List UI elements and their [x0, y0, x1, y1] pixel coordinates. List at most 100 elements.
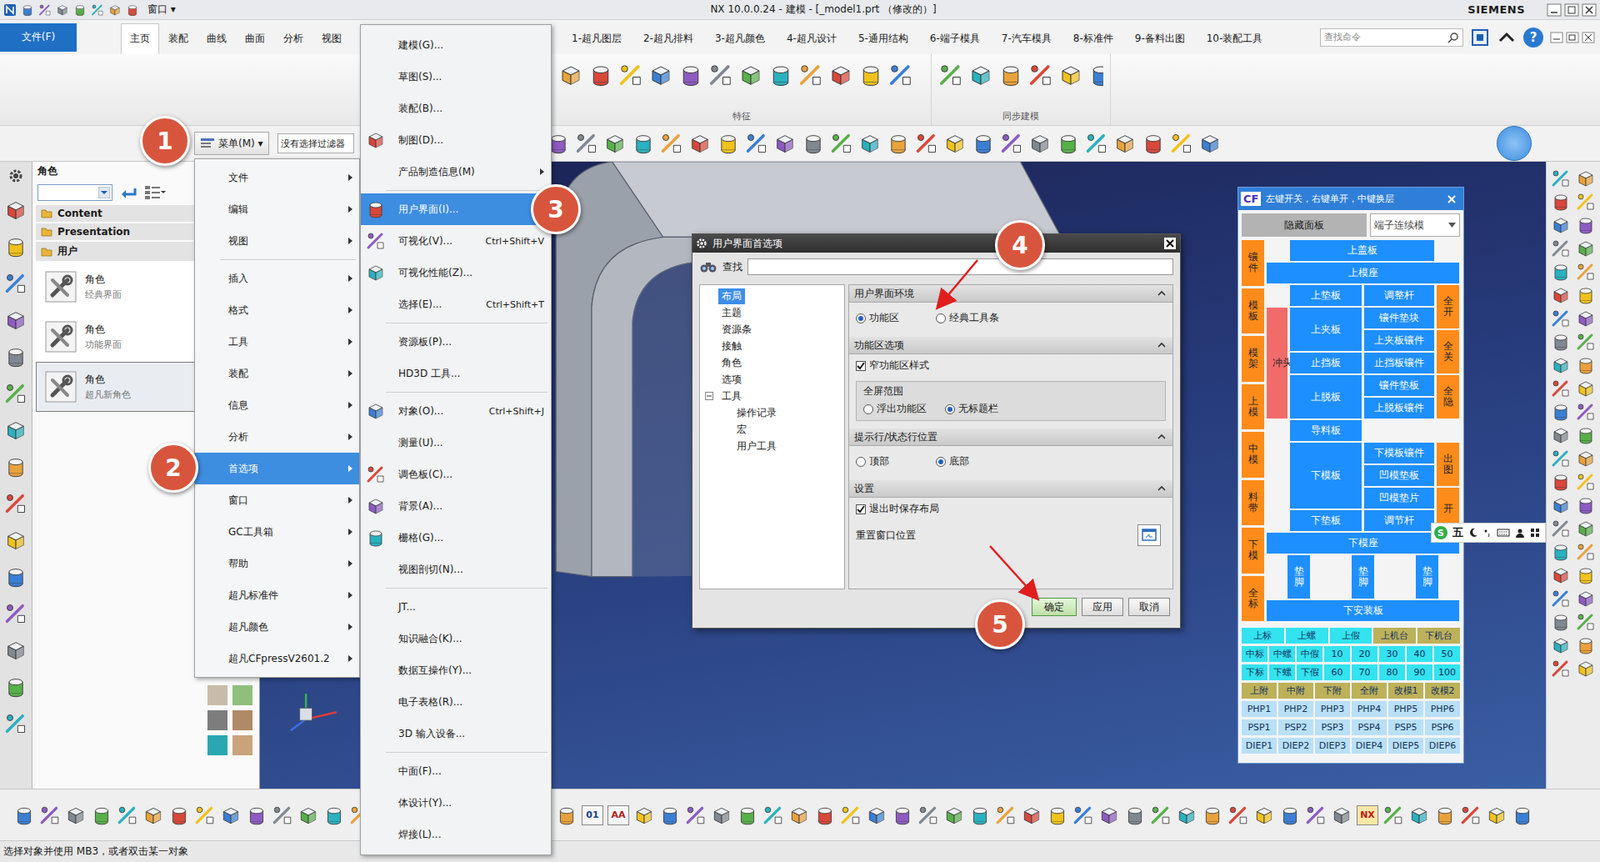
- menu-item[interactable]: 知识融合(K)...: [360, 622, 551, 655]
- feature-icon[interactable]: [558, 62, 584, 88]
- tool-icon[interactable]: [1550, 401, 1571, 422]
- tool-icon[interactable]: [1550, 611, 1571, 632]
- tool-icon[interactable]: [1227, 804, 1250, 826]
- feature-icon[interactable]: [798, 62, 824, 88]
- tool-icon[interactable]: [969, 804, 991, 826]
- snap-icon[interactable]: [631, 131, 655, 155]
- hide-panel-button[interactable]: 隐藏面板: [1241, 213, 1367, 237]
- grid-icon[interactable]: [1530, 527, 1540, 538]
- snap-icon[interactable]: [773, 131, 797, 155]
- plate-button[interactable]: 上夹板: [1290, 307, 1362, 351]
- file-tab[interactable]: 文件(F): [0, 23, 77, 52]
- plate-button[interactable]: 冲头: [1266, 307, 1288, 419]
- plate-button[interactable]: 止挡板: [1290, 352, 1362, 374]
- tool-icon[interactable]: [814, 804, 836, 826]
- menu-item[interactable]: GC工具箱: [195, 515, 360, 548]
- ribbon-tab[interactable]: 4-超凡设计: [775, 23, 848, 55]
- minimize-icon[interactable]: [1550, 31, 1564, 44]
- tool-icon[interactable]: [1279, 804, 1301, 826]
- menu-item[interactable]: 视图: [195, 225, 360, 257]
- tool-icon[interactable]: [65, 804, 87, 826]
- tool-icon[interactable]: [555, 804, 578, 826]
- snap-icon[interactable]: [603, 131, 627, 155]
- dialog-button[interactable]: 应用: [1081, 597, 1124, 616]
- quick-button[interactable]: 改模1: [1388, 682, 1424, 699]
- tool-icon[interactable]: [194, 804, 216, 826]
- tool-icon[interactable]: [1550, 331, 1571, 352]
- snap-icon[interactable]: [1000, 131, 1024, 155]
- search-input[interactable]: [747, 258, 1174, 275]
- radio-icon[interactable]: [935, 456, 946, 467]
- quick-button[interactable]: 改模2: [1425, 682, 1460, 699]
- menu-item[interactable]: JT...: [360, 590, 551, 623]
- quick-button[interactable]: 10: [1324, 645, 1350, 662]
- color-swatch[interactable]: [232, 735, 253, 755]
- mode-dropdown[interactable]: 端子连续模: [1370, 213, 1460, 237]
- foot-button[interactable]: 垫脚: [1351, 555, 1375, 599]
- quick-icon[interactable]: [90, 3, 105, 17]
- user-icon[interactable]: [1515, 527, 1525, 538]
- help-button[interactable]: ?: [1523, 27, 1544, 48]
- annotation-text-icon[interactable]: AA: [607, 805, 630, 825]
- ribbon-tab[interactable]: 5-通用结构: [847, 23, 920, 55]
- radio-icon[interactable]: [855, 313, 866, 324]
- quick-icon[interactable]: [73, 3, 87, 17]
- menu-item[interactable]: 窗口: [195, 484, 360, 516]
- tool-icon[interactable]: [1175, 804, 1198, 826]
- tool-icon[interactable]: [1550, 495, 1571, 515]
- checkbox-icon[interactable]: [855, 504, 866, 515]
- menu-item[interactable]: 信息: [195, 389, 360, 421]
- menu-item[interactable]: 对象(O)...Ctrl+Shift+J: [360, 395, 551, 427]
- quick-button[interactable]: DIEP6: [1425, 737, 1460, 754]
- window-menu[interactable]: 窗口 ▾: [144, 2, 180, 17]
- tool-icon[interactable]: [116, 804, 139, 826]
- quick-button[interactable]: 下标: [1241, 664, 1268, 680]
- quick-button[interactable]: 下机台: [1417, 627, 1460, 644]
- tool-icon[interactable]: [1575, 378, 1596, 399]
- quick-button[interactable]: PSP5: [1388, 719, 1424, 735]
- tool-icon[interactable]: [1575, 215, 1596, 235]
- tool-icon[interactable]: [1575, 588, 1596, 609]
- color-swatch[interactable]: [207, 710, 228, 730]
- quick-button[interactable]: 50: [1434, 645, 1460, 662]
- menu-item[interactable]: 帮助: [195, 547, 360, 580]
- plate-button[interactable]: 止挡板镶件: [1364, 352, 1435, 374]
- tool-icon[interactable]: [1382, 804, 1405, 826]
- quick-button[interactable]: 60: [1324, 664, 1350, 680]
- feature-icon[interactable]: [858, 62, 884, 88]
- command-search[interactable]: 查找命令: [1320, 28, 1464, 47]
- side-tab[interactable]: 镶件: [1241, 240, 1265, 286]
- tool-icon[interactable]: [1575, 518, 1596, 539]
- snap-icon[interactable]: [830, 131, 854, 155]
- dialog-button[interactable]: 取消: [1128, 597, 1170, 616]
- tool-icon[interactable]: [1434, 804, 1456, 826]
- resource-tab-icon[interactable]: [4, 638, 28, 662]
- radio-option[interactable]: 底部: [935, 454, 1008, 469]
- quick-button[interactable]: 中螺: [1269, 645, 1295, 662]
- snap-icon[interactable]: [1198, 131, 1222, 155]
- ribbon-tab[interactable]: 视图: [312, 23, 351, 55]
- resource-tab-icon[interactable]: [4, 528, 28, 552]
- tool-icon[interactable]: [1575, 658, 1596, 679]
- dialog-button[interactable]: 确定: [1031, 597, 1077, 616]
- quick-button[interactable]: 上附: [1241, 682, 1277, 699]
- quick-button[interactable]: 全附: [1351, 682, 1387, 699]
- tool-icon[interactable]: [297, 804, 320, 826]
- menu-item[interactable]: 超凡标准件: [195, 579, 360, 611]
- snap-icon[interactable]: [971, 131, 995, 155]
- color-swatch[interactable]: [232, 685, 253, 705]
- tool-icon[interactable]: [1550, 565, 1571, 585]
- feature-icon[interactable]: [768, 62, 794, 88]
- radio-option[interactable]: 浮出功能区: [863, 401, 935, 416]
- tool-icon[interactable]: [1575, 635, 1596, 655]
- plate-button[interactable]: 调整杆: [1364, 285, 1435, 306]
- side-tab[interactable]: 全标: [1241, 575, 1265, 622]
- sync-model-icon[interactable]: [1028, 62, 1054, 88]
- quick-button[interactable]: PHP6: [1425, 700, 1460, 717]
- quick-button[interactable]: DIEP3: [1315, 737, 1350, 754]
- side-tab[interactable]: 下模: [1241, 527, 1265, 574]
- snap-icon[interactable]: [886, 131, 910, 155]
- quick-button[interactable]: 上标: [1241, 627, 1285, 644]
- section-header[interactable]: 设置: [849, 480, 1173, 498]
- ime-logo[interactable]: S: [1434, 525, 1448, 540]
